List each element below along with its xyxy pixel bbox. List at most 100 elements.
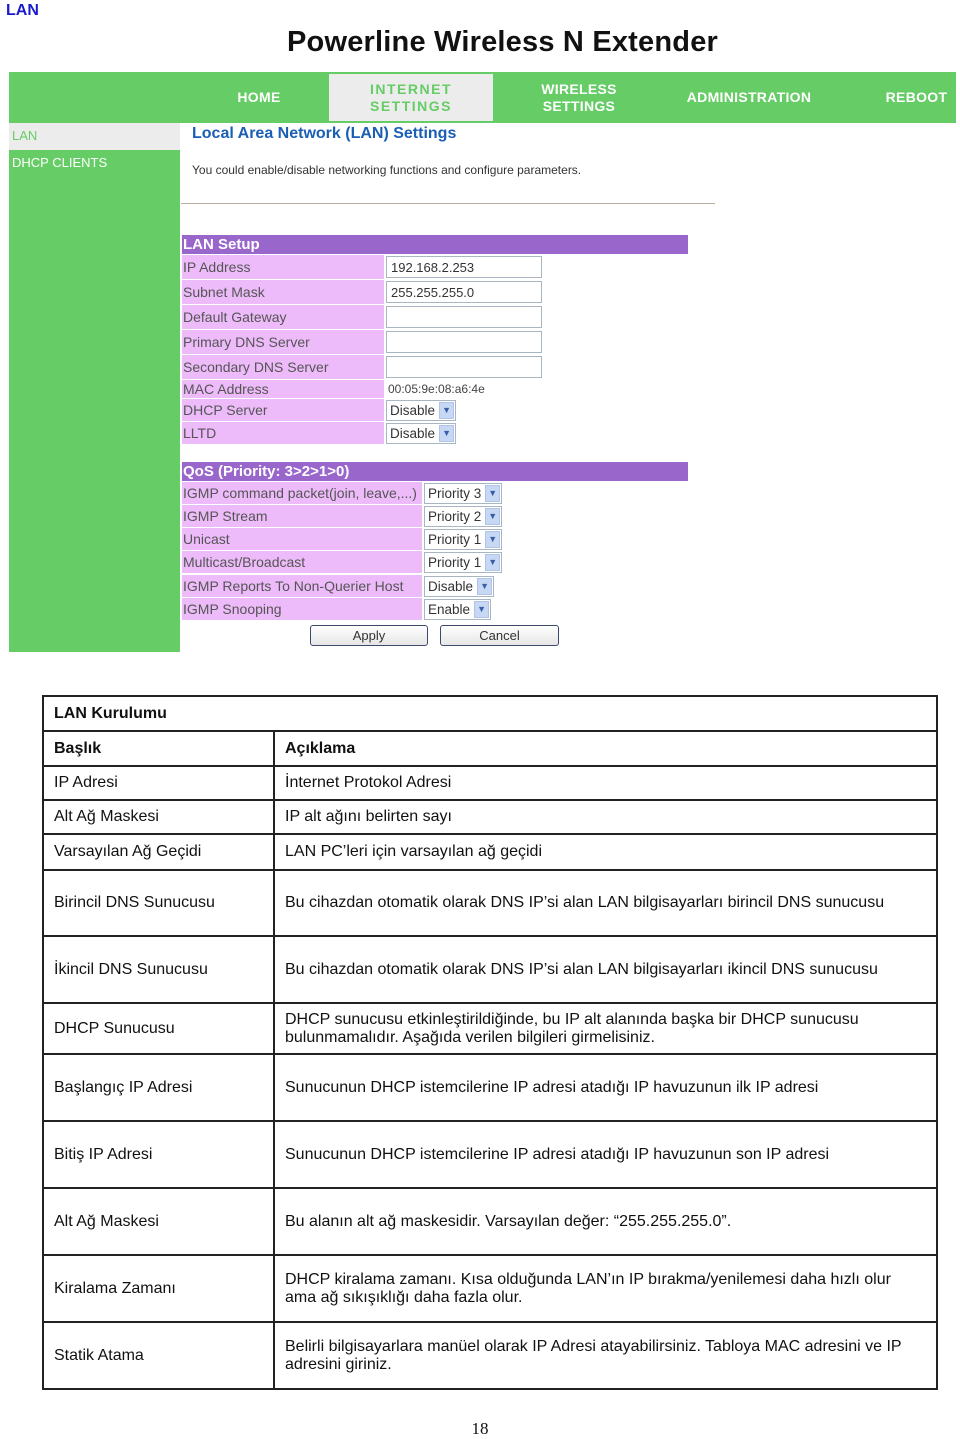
description-cell: Sunucunun DHCP istemcilerine IP adresi a…: [273, 1120, 938, 1189]
lltd-select[interactable]: Disable ▼: [386, 422, 457, 444]
table-row: Başlangıç IP Adresi Sunucunun DHCP istem…: [42, 1053, 938, 1122]
term-cell: DHCP Sunucusu: [42, 1002, 275, 1055]
secondary-dns-input[interactable]: [386, 356, 542, 378]
table-row: Bitiş IP Adresi Sunucunun DHCP istemcile…: [42, 1120, 938, 1189]
select-value: Priority 2: [428, 508, 482, 524]
nav-internet-settings-label: INTERNET SETTINGS: [369, 80, 452, 114]
chevron-down-icon: ▼: [477, 577, 493, 595]
section-label: LAN: [6, 2, 39, 19]
qos-igmp-reports: IGMP Reports To Non-Querier Host Disable…: [182, 575, 495, 597]
field-label: LLTD: [182, 422, 384, 444]
nav-reboot[interactable]: REBOOT: [877, 72, 956, 123]
sidebar-item-dhcp-clients[interactable]: DHCP CLIENTS: [9, 150, 180, 177]
term-cell: İkincil DNS Sunucusu: [42, 935, 275, 1004]
select-value: Disable: [390, 425, 436, 441]
field-lltd: LLTD Disable ▼: [182, 422, 457, 444]
divider: [181, 203, 715, 204]
subnet-mask-input[interactable]: [386, 281, 542, 303]
cancel-button[interactable]: Cancel: [440, 625, 559, 646]
nav-wireless-settings[interactable]: WIRELESS SETTINGS: [514, 72, 644, 123]
select-value: Enable: [428, 601, 471, 617]
header-cell: Başlık: [42, 730, 275, 767]
table-row: Alt Ağ Maskesi IP alt ağını belirten say…: [42, 799, 938, 835]
chevron-down-icon: ▼: [485, 507, 501, 525]
field-label: IGMP command packet(join, leave,...): [182, 482, 422, 504]
field-label: IP Address: [182, 255, 384, 279]
field-label: Primary DNS Server: [182, 330, 384, 354]
lan-setup-doc-table: LAN Kurulumu Başlık Açıklama IP Adresi İ…: [42, 695, 938, 1390]
nav-administration[interactable]: ADMINISTRATION: [669, 72, 829, 123]
qos-header: QoS (Priority: 3>2>1>0): [182, 462, 688, 481]
select-value: Priority 1: [428, 531, 482, 547]
field-mac-address: MAC Address 00:05:9e:08:a6:4e: [182, 380, 485, 398]
description-cell: Bu cihazdan otomatik olarak DNS IP’si al…: [273, 869, 938, 937]
table-row: İkincil DNS Sunucusu Bu cihazdan otomati…: [42, 935, 938, 1004]
description-cell: Sunucunun DHCP istemcilerine IP adresi a…: [273, 1053, 938, 1122]
nav-home[interactable]: HOME: [199, 72, 319, 123]
field-dhcp-server: DHCP Server Disable ▼: [182, 399, 457, 421]
field-label: IGMP Snooping: [182, 598, 422, 620]
field-secondary-dns: Secondary DNS Server: [182, 355, 542, 379]
dhcp-server-select[interactable]: Disable ▼: [386, 399, 457, 421]
description-cell: Bu alanın alt ağ maskesidir. Varsayılan …: [273, 1187, 938, 1256]
select-value: Disable: [428, 578, 474, 594]
field-label: DHCP Server: [182, 399, 384, 421]
qos-igmp-snooping: IGMP Snooping Enable ▼: [182, 598, 492, 620]
apply-button[interactable]: Apply: [310, 625, 428, 646]
field-label: Default Gateway: [182, 305, 384, 329]
sidebar: LAN DHCP CLIENTS: [9, 123, 180, 652]
description-cell: Belirli bilgisayarlara manüel olarak IP …: [273, 1321, 938, 1390]
table-title-row: LAN Kurulumu: [42, 695, 938, 732]
select-value: Disable: [390, 402, 436, 418]
chevron-down-icon: ▼: [439, 401, 455, 419]
table-title: LAN Kurulumu: [42, 695, 938, 732]
chevron-down-icon: ▼: [485, 484, 501, 502]
term-cell: IP Adresi: [42, 765, 275, 801]
page-description: You could enable/disable networking func…: [192, 163, 582, 177]
page-heading: Local Area Network (LAN) Settings: [192, 125, 457, 142]
qos-igmp-command: IGMP command packet(join, leave,...) Pri…: [182, 482, 503, 504]
table-row: Statik Atama Belirli bilgisayarlara manü…: [42, 1321, 938, 1390]
description-cell: IP alt ağını belirten sayı: [273, 799, 938, 835]
top-nav: HOME INTERNET SETTINGS WIRELESS SETTINGS…: [9, 72, 956, 123]
table-row: Varsayılan Ağ Geçidi LAN PC’leri için va…: [42, 833, 938, 871]
qos-unicast: Unicast Priority 1 ▼: [182, 528, 503, 550]
field-label: MAC Address: [182, 380, 384, 398]
igmp-command-select[interactable]: Priority 3 ▼: [424, 482, 503, 504]
igmp-stream-select[interactable]: Priority 2 ▼: [424, 505, 503, 527]
table-header-row: Başlık Açıklama: [42, 730, 938, 767]
term-cell: Birincil DNS Sunucusu: [42, 869, 275, 937]
nav-wireless-settings-label: WIRELESS SETTINGS: [541, 80, 617, 114]
multicast-broadcast-select[interactable]: Priority 1 ▼: [424, 551, 503, 573]
router-title: Powerline Wireless N Extender: [286, 26, 719, 58]
ip-address-input[interactable]: [386, 256, 542, 278]
mac-address-value: 00:05:9e:08:a6:4e: [388, 382, 485, 396]
term-cell: Statik Atama: [42, 1321, 275, 1390]
primary-dns-input[interactable]: [386, 331, 542, 353]
description-cell: Bu cihazdan otomatik olarak DNS IP’si al…: [273, 935, 938, 1004]
field-label: Multicast/Broadcast: [182, 551, 422, 573]
igmp-reports-select[interactable]: Disable ▼: [424, 575, 495, 597]
field-default-gateway: Default Gateway: [182, 305, 542, 329]
chevron-down-icon: ▼: [485, 553, 501, 571]
table-row: DHCP Sunucusu DHCP sunucusu etkinleştiri…: [42, 1002, 938, 1055]
igmp-snooping-select[interactable]: Enable ▼: [424, 598, 492, 620]
select-value: Priority 1: [428, 554, 482, 570]
field-ip-address: IP Address: [182, 255, 542, 279]
term-cell: Kiralama Zamanı: [42, 1254, 275, 1323]
term-cell: Alt Ağ Maskesi: [42, 1187, 275, 1256]
page-number: 18: [471, 1419, 489, 1438]
select-value: Priority 3: [428, 485, 482, 501]
unicast-select[interactable]: Priority 1 ▼: [424, 528, 503, 550]
sidebar-item-lan[interactable]: LAN: [9, 123, 180, 150]
nav-internet-settings[interactable]: INTERNET SETTINGS: [329, 74, 493, 121]
table-row: Alt Ağ Maskesi Bu alanın alt ağ maskesid…: [42, 1187, 938, 1256]
field-label: IGMP Stream: [182, 505, 422, 527]
qos-igmp-stream: IGMP Stream Priority 2 ▼: [182, 505, 503, 527]
qos-multicast-broadcast: Multicast/Broadcast Priority 1 ▼: [182, 551, 503, 573]
field-label: IGMP Reports To Non-Querier Host: [182, 575, 422, 597]
field-subnet-mask: Subnet Mask: [182, 280, 542, 304]
field-primary-dns: Primary DNS Server: [182, 330, 542, 354]
default-gateway-input[interactable]: [386, 306, 542, 328]
header-cell: Açıklama: [273, 730, 938, 767]
